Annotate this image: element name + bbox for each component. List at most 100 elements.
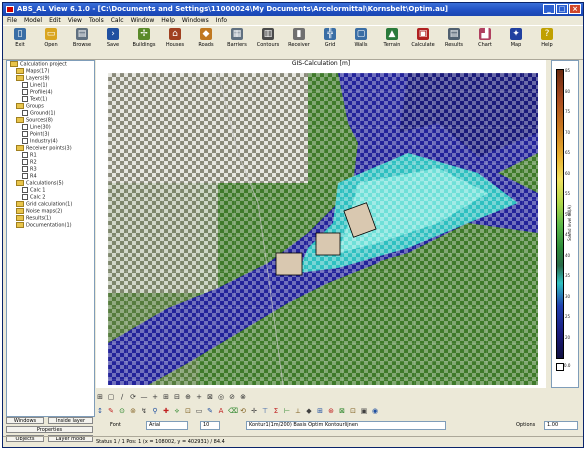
draw-tool-icon[interactable]: ⊕ [184,393,192,401]
options-select[interactable]: 1.00 [544,421,578,430]
description-field[interactable]: Kontur1(1m/200) Basis Optim Kontourlijne… [246,421,446,430]
tree-item[interactable]: Calc 2 [7,194,94,201]
checkbox-icon[interactable] [22,159,28,165]
draw-tool-icon[interactable]: ⊗ [239,393,247,401]
tree-item[interactable]: Sources(8) [7,117,94,124]
menu-file[interactable]: File [7,16,17,25]
checkbox-icon[interactable] [22,173,28,179]
draw-tool-icon[interactable]: ⟳ [129,393,137,401]
menu-window[interactable]: Window [131,16,155,25]
toolbar-contours-button[interactable]: ▥ Contours [255,28,281,49]
annotation-tool-icon[interactable]: ✛ [250,407,258,415]
draw-tool-icon[interactable]: ∕ [118,393,126,401]
toolbar-browse-button[interactable]: ▤ Browse [69,28,95,49]
checkbox-icon[interactable] [22,152,28,158]
annotation-tool-icon[interactable]: ▣ [360,407,368,415]
toolbar-houses-button[interactable]: ⌂ Houses [162,28,188,49]
annotation-tool-icon[interactable]: ⟂ [294,407,302,415]
inside-layer-button[interactable]: Inside layer [48,417,93,424]
tree-item[interactable]: Calculation project [7,61,94,68]
close-button[interactable]: × [569,4,581,14]
tree-item[interactable]: Documentation(1) [7,222,94,229]
annotation-tool-icon[interactable]: ⊙ [118,407,126,415]
annotation-tool-icon[interactable]: ◉ [371,407,379,415]
annotation-tool-icon[interactable]: ⊢ [283,407,291,415]
font-select[interactable]: Arial [146,421,188,430]
annotation-tool-icon[interactable]: ⚲ [151,407,159,415]
annotation-tool-icon[interactable]: ▭ [195,407,203,415]
tree-item[interactable]: R4 [7,173,94,180]
toolbar-walls-button[interactable]: ▢ Walls [348,28,374,49]
windows-button[interactable]: Windows [6,417,44,424]
annotation-tool-icon[interactable]: ✎ [206,407,214,415]
toolbar-receiver-button[interactable]: ▮ Receiver [286,28,312,49]
toolbar-terrain-button[interactable]: ▲ Terrain [379,28,405,49]
toolbar-grid-button[interactable]: ╬ Grid [317,28,343,49]
annotation-tool-icon[interactable]: ⌫ [228,407,238,415]
draw-tool-icon[interactable]: ▢ [107,393,115,401]
tree-item[interactable]: Groups [7,103,94,110]
menu-info[interactable]: Info [216,16,227,25]
annotation-tool-icon[interactable]: ◆ [305,407,313,415]
annotation-tool-icon[interactable]: ⊚ [129,407,137,415]
toolbar-exit-button[interactable]: ▯ Exit [7,28,33,49]
menu-calc[interactable]: Calc [111,16,124,25]
toolbar-save-button[interactable]: › Save [100,28,126,49]
menu-model[interactable]: Model [24,16,42,25]
draw-tool-icon[interactable]: ⊞ [162,393,170,401]
size-select[interactable]: 10 [200,421,220,430]
properties-button[interactable]: Properties [6,426,93,433]
project-tree[interactable]: Calculation project Maps(17) Layers(9) Line… [6,60,95,417]
draw-tool-icon[interactable]: — [140,393,148,401]
menu-edit[interactable]: Edit [49,16,61,25]
tree-item[interactable]: Noise maps(2) [7,208,94,215]
annotation-tool-icon[interactable]: ✚ [162,407,170,415]
draw-tool-icon[interactable]: + [151,393,159,401]
tree-item[interactable]: Receiver points(3) [7,145,94,152]
checkbox-icon[interactable] [22,89,28,95]
draw-tool-icon[interactable]: ⊠ [206,393,214,401]
annotation-tool-icon[interactable]: A [217,407,225,415]
tree-item[interactable]: Profile(4) [7,89,94,96]
annotation-tool-icon[interactable]: Σ [272,407,280,415]
checkbox-icon[interactable] [22,82,28,88]
toolbar-open-button[interactable]: ▭ Open [38,28,64,49]
draw-tool-icon[interactable]: ⊘ [228,393,236,401]
checkbox-icon[interactable] [22,110,28,116]
menu-help[interactable]: Help [161,16,175,25]
tree-item[interactable]: Text(1) [7,96,94,103]
tree-item[interactable]: Ground(1) [7,110,94,117]
annotation-tool-icon[interactable]: ↯ [140,407,148,415]
tree-item[interactable]: Line(1) [7,82,94,89]
tree-item[interactable]: Maps(17) [7,68,94,75]
tree-item[interactable]: Calculations(5) [7,180,94,187]
tree-item[interactable]: R1 [7,152,94,159]
checkbox-icon[interactable] [22,138,28,144]
checkbox-icon[interactable] [22,96,28,102]
annotation-tool-icon[interactable]: ⊛ [327,407,335,415]
checkbox-icon[interactable] [22,166,28,172]
checkbox-icon[interactable] [22,131,28,137]
map-view[interactable]: GIS-Calculation [m] [96,60,546,388]
tree-item[interactable]: Results(1) [7,215,94,222]
draw-tool-icon[interactable]: ◎ [217,393,225,401]
noise-map[interactable] [108,73,538,385]
annotation-tool-icon[interactable]: ⊞ [316,407,324,415]
building-1[interactable] [275,252,303,276]
toolbar-map-button[interactable]: ✦ Map [503,28,529,49]
annotation-tool-icon[interactable]: ⟲ [239,407,247,415]
toolbar-help-button[interactable]: ? Help [534,28,560,49]
annotation-tool-icon[interactable]: ↕ [96,407,104,415]
toolbar-barriers-button[interactable]: ▦ Barriers [224,28,250,49]
menu-view[interactable]: View [68,16,82,25]
toolbar-chart-button[interactable]: ▟ Chart [472,28,498,49]
annotation-tool-icon[interactable]: ⊤ [261,407,269,415]
annotation-tool-icon[interactable]: ✎ [107,407,115,415]
draw-tool-icon[interactable]: ⊟ [173,393,181,401]
checkbox-icon[interactable] [22,194,28,200]
checkbox-icon[interactable] [22,187,28,193]
draw-tool-icon[interactable]: ⊞ [96,393,104,401]
checkbox-icon[interactable] [22,124,28,130]
annotation-tool-icon[interactable]: ⊡ [184,407,192,415]
annotation-tool-icon[interactable]: ⟡ [173,407,181,415]
